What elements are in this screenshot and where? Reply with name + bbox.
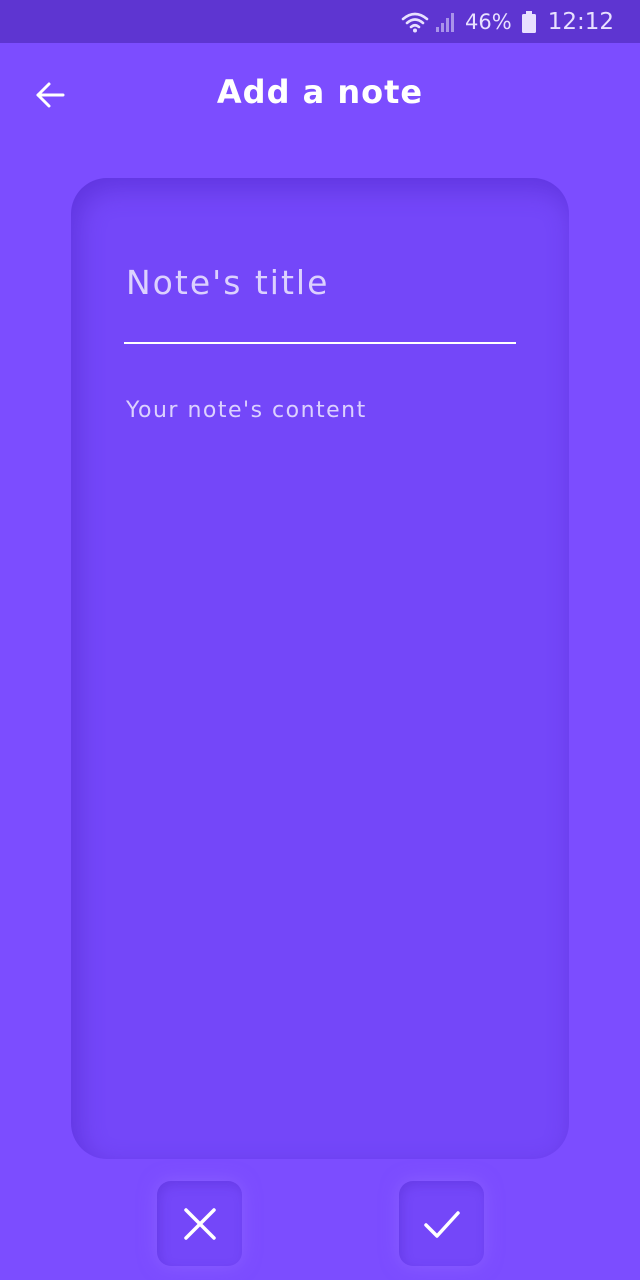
cancel-button[interactable] — [157, 1181, 242, 1266]
app-bar: Add a note — [0, 43, 640, 143]
page-title: Add a note — [216, 73, 424, 111]
battery-percent: 46% — [465, 9, 512, 34]
note-title-input[interactable] — [124, 248, 516, 344]
note-card — [71, 178, 569, 1159]
signal-icon — [436, 12, 455, 32]
save-button[interactable] — [399, 1181, 484, 1266]
check-icon — [423, 1210, 460, 1238]
status-clock: 12:12 — [547, 8, 614, 35]
close-icon — [183, 1207, 216, 1240]
wifi-icon — [401, 12, 429, 32]
status-bar: 46% 12:12 — [0, 0, 640, 43]
note-content-input[interactable] — [124, 396, 516, 1116]
battery-icon — [521, 10, 536, 33]
